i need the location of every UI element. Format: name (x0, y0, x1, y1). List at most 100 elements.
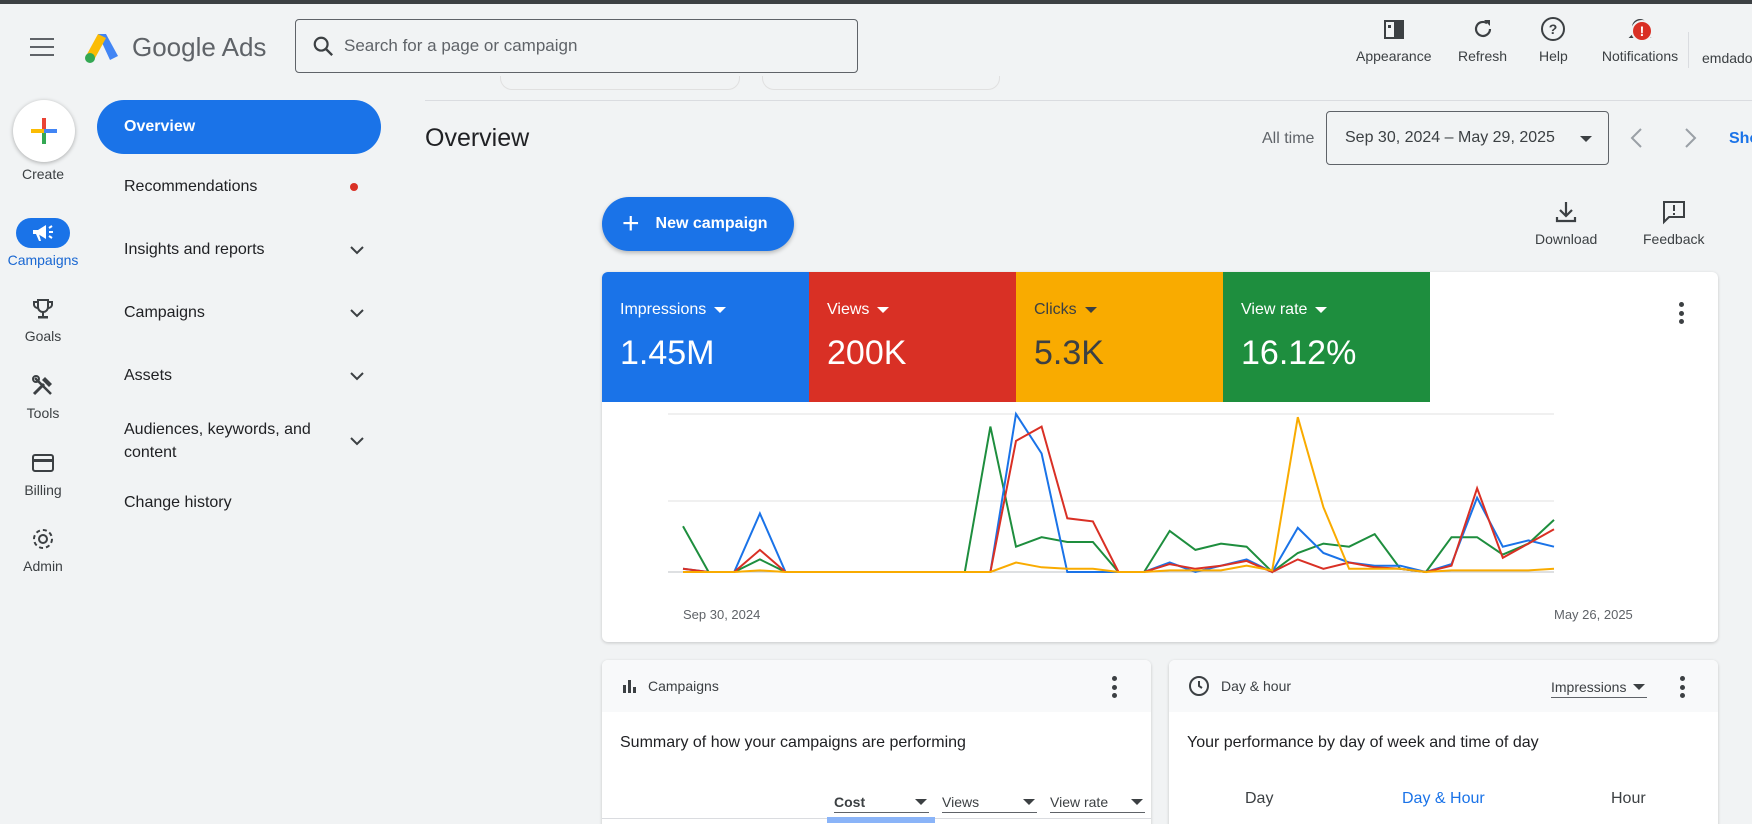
date-prefix: All time (1262, 130, 1315, 147)
x-axis-end-label: May 26, 2025 (1554, 607, 1633, 622)
create-label: Create (21, 166, 65, 182)
metric-clicks[interactable]: Clicks 5.3K (1016, 272, 1223, 402)
account-name[interactable]: emdado (1702, 50, 1752, 66)
dropdown-arrow-icon (1023, 799, 1035, 805)
nav-item-change-history[interactable]: Change history (124, 494, 364, 512)
tab-day[interactable]: Day (1245, 790, 1273, 808)
metric-value: 1.45M (620, 334, 715, 372)
nav-item-insights[interactable]: Insights and reports (124, 241, 364, 259)
campaigns-more-options-icon[interactable] (1112, 676, 1118, 698)
metric-name: View rate (1241, 301, 1308, 318)
campaigns-card-header: Campaigns (602, 660, 1151, 712)
rail-label-billing: Billing (24, 482, 62, 498)
rail-item-billing[interactable]: Billing (0, 448, 86, 498)
rail-item-tools[interactable]: Tools (0, 371, 86, 421)
dropdown-arrow-icon (1084, 307, 1097, 313)
create-button[interactable] (13, 100, 75, 162)
next-period-icon[interactable] (1680, 126, 1700, 150)
performance-card: Impressions 1.45M Views 200K Clicks 5.3K… (602, 272, 1718, 642)
tab-day-and-hour[interactable]: Day & Hour (1402, 790, 1485, 808)
gear-icon (33, 529, 53, 549)
nav-item-campaigns[interactable]: Campaigns (124, 304, 364, 322)
show-link[interactable]: Sho (1729, 130, 1752, 148)
notifications-button[interactable]: Notifications ! (1590, 14, 1690, 64)
column-selector-cost[interactable]: Cost (834, 791, 929, 813)
nav-label: Change history (124, 494, 232, 511)
dropdown-arrow-icon (877, 307, 890, 313)
rail-item-campaigns[interactable]: Campaigns (0, 218, 86, 268)
scrolled-tab-ghost (500, 76, 740, 90)
credit-card-icon (32, 454, 54, 472)
clock-icon (1189, 676, 1209, 696)
plus-icon: + (622, 207, 640, 240)
nav-item-overview[interactable]: Overview (97, 100, 381, 154)
tools-icon (32, 375, 52, 396)
feedback-label: Feedback (1643, 231, 1705, 247)
date-range-value: Sep 30, 2024 – May 29, 2025 (1345, 129, 1555, 146)
help-label: Help (1539, 48, 1568, 64)
new-campaign-button[interactable]: + New campaign (602, 197, 794, 251)
app-header: Google Ads Appearance Refresh ? Help Not… (0, 4, 1752, 86)
help-button[interactable]: ? Help (1539, 14, 1568, 64)
nav-label: Insights and reports (124, 241, 265, 258)
rail-label-admin: Admin (23, 558, 63, 574)
nav-label: Recommendations (124, 178, 258, 195)
page-title: Overview (425, 124, 530, 152)
search-input[interactable] (344, 36, 824, 56)
column-selector-view-rate[interactable]: View rate (1050, 791, 1145, 813)
app-brand: Google Ads (132, 32, 267, 62)
dropdown-arrow-icon (1580, 136, 1592, 142)
search-box[interactable] (295, 19, 858, 73)
x-axis-start-label: Sep 30, 2024 (683, 607, 761, 622)
feedback-icon (1662, 201, 1685, 225)
svg-text:?: ? (1549, 21, 1558, 37)
notifications-label: Notifications (1601, 48, 1679, 64)
google-ads-logo-icon[interactable] (84, 32, 120, 64)
trophy-icon (33, 299, 53, 319)
header-divider (1688, 32, 1689, 68)
main-menu-button[interactable] (30, 38, 54, 56)
metric-value: 16.12% (1241, 334, 1357, 372)
metric-value: 5.3K (1034, 334, 1104, 372)
chevron-down-icon (350, 309, 364, 318)
rail-item-admin[interactable]: Admin (0, 524, 86, 574)
dropdown-arrow-icon (714, 307, 727, 313)
megaphone-icon (33, 225, 53, 241)
date-range-selector[interactable]: Sep 30, 2024 – May 29, 2025 (1326, 111, 1609, 165)
nav-label: Campaigns (124, 304, 205, 321)
rail-item-goals[interactable]: Goals (0, 294, 86, 344)
nav-item-recommendations[interactable]: Recommendations (124, 178, 364, 196)
metric-view-rate[interactable]: View rate 16.12% (1223, 272, 1430, 402)
metric-impressions[interactable]: Impressions 1.45M (602, 272, 809, 402)
day-hour-more-options-icon[interactable] (1680, 676, 1686, 698)
series-line-clicks (683, 416, 1555, 574)
refresh-icon (1469, 14, 1497, 44)
campaigns-card: Campaigns Summary of how your campaigns … (602, 660, 1151, 824)
day-hour-metric-selector[interactable]: Impressions (1551, 676, 1647, 698)
nav-item-assets[interactable]: Assets (124, 367, 364, 385)
metric-label: Impressions (1551, 678, 1627, 695)
chevron-down-icon (350, 246, 364, 255)
dropdown-arrow-icon (915, 799, 927, 805)
chart-more-options-icon[interactable] (1679, 302, 1685, 324)
metric-views[interactable]: Views 200K (809, 272, 1016, 402)
download-label: Download (1535, 231, 1598, 247)
download-icon (1556, 202, 1577, 223)
series-line-views (682, 425, 1555, 574)
dropdown-arrow-icon (1633, 684, 1645, 690)
appearance-button[interactable]: Appearance (1356, 14, 1432, 64)
day-hour-card-title: Day & hour (1221, 678, 1292, 694)
main-divider (425, 100, 1752, 101)
nav-label: Assets (124, 367, 173, 384)
column-label: Cost (834, 793, 866, 810)
tab-hour[interactable]: Hour (1611, 790, 1646, 808)
refresh-button[interactable]: Refresh (1458, 14, 1507, 64)
feedback-button[interactable]: Feedback (1643, 199, 1704, 247)
column-selector-views[interactable]: Views (942, 791, 1037, 813)
rail-label-campaigns: Campaigns (7, 252, 79, 268)
download-button[interactable]: Download (1535, 199, 1597, 247)
previous-period-icon[interactable] (1627, 126, 1647, 150)
nav-item-audiences[interactable]: Audiences, keywords, and content (124, 418, 364, 464)
chevron-down-icon (350, 372, 364, 381)
dropdown-arrow-icon (1315, 307, 1328, 313)
